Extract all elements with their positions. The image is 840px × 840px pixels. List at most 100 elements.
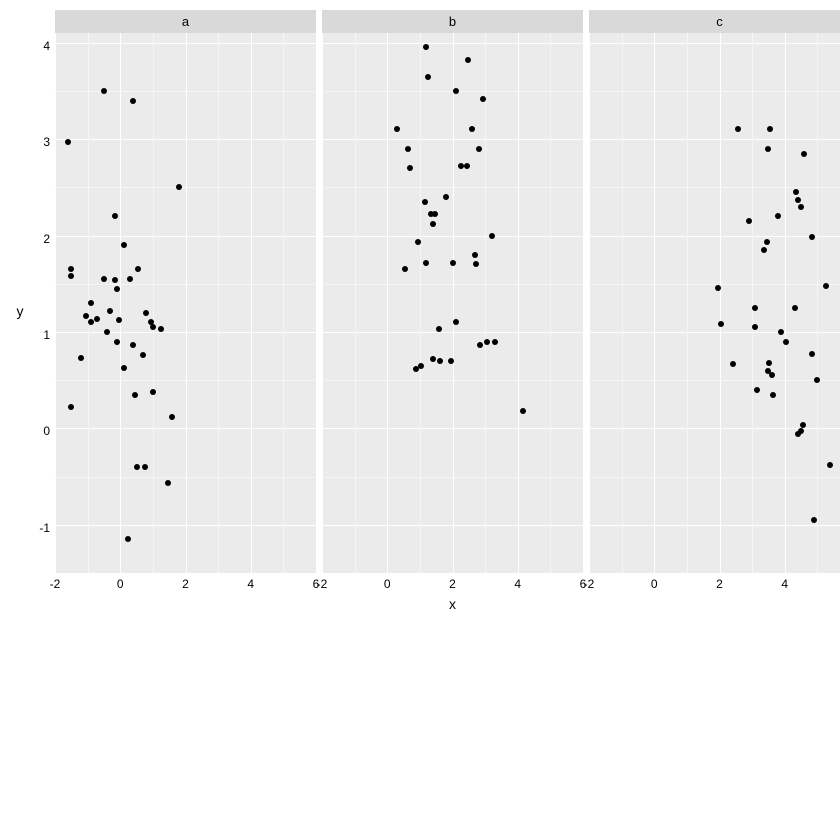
data-point [752,324,758,330]
data-point [415,239,421,245]
data-point [116,317,122,323]
data-point [718,321,724,327]
data-point [754,387,760,393]
data-point [88,319,94,325]
data-point [492,339,498,345]
data-point [112,213,118,219]
data-point [88,300,94,306]
data-point [143,310,149,316]
data-point [130,342,136,348]
data-point [464,163,470,169]
y-tick-label: 1 [43,328,50,342]
data-point [761,247,767,253]
data-point [735,126,741,132]
data-point [480,96,486,102]
x-tick-label: 2 [449,577,456,591]
x-tick-label: 0 [117,577,124,591]
data-point [770,392,776,398]
data-point [121,365,127,371]
data-point [484,339,490,345]
data-point [127,276,133,282]
x-tick-label: 0 [384,577,391,591]
data-point [798,428,804,434]
faceted-scatter-chart: y -101234 a-20246b-20246c-20246 x [10,10,840,612]
data-point [767,126,773,132]
data-point [800,422,806,428]
data-point [450,260,456,266]
data-point [746,218,752,224]
data-point [125,536,131,542]
data-point [765,146,771,152]
data-point [432,211,438,217]
data-point [158,326,164,332]
data-point [792,305,798,311]
data-point [764,239,770,245]
data-point [730,361,736,367]
facet-strip-label: a [55,10,316,33]
y-tick-label: 4 [43,39,50,53]
data-point [422,199,428,205]
data-point [165,480,171,486]
x-tick-label: 4 [514,577,521,591]
data-point [476,146,482,152]
x-axis-label: x [55,593,840,612]
data-point [418,363,424,369]
data-point [775,213,781,219]
x-tick-label: 2 [182,577,189,591]
data-point [407,165,413,171]
data-point [477,342,483,348]
x-tick-label: 0 [651,577,658,591]
data-point [78,355,84,361]
x-axis-ticks: -20246 [55,573,316,593]
y-tick-label: 2 [43,232,50,246]
y-tick-label: -1 [39,521,50,535]
y-axis-label: y [10,10,30,612]
data-point [94,316,100,322]
data-point [827,462,833,468]
data-point [430,356,436,362]
x-axis-ticks: -20246 [322,573,583,593]
data-point [112,277,118,283]
data-point [436,326,442,332]
facet-strip-label: b [322,10,583,33]
plot-area [322,33,583,573]
y-tick-label: 0 [43,424,50,438]
data-point [425,74,431,80]
y-tick-label: 3 [43,135,50,149]
data-point [766,360,772,366]
data-point [752,305,758,311]
data-point [83,313,89,319]
data-point [458,163,464,169]
data-point [394,126,400,132]
data-point [430,221,436,227]
data-point [469,126,475,132]
data-point [130,98,136,104]
facet-b: b-20246 [322,10,583,593]
data-point [437,358,443,364]
data-point [134,464,140,470]
data-point [823,283,829,289]
x-axis-ticks: -20246 [589,573,840,593]
data-point [101,276,107,282]
data-point [150,389,156,395]
data-point [132,392,138,398]
plot-area [55,33,316,573]
data-point [783,339,789,345]
data-point [778,329,784,335]
plot-area [589,33,840,573]
data-point [169,414,175,420]
data-point [121,242,127,248]
data-point [793,189,799,195]
data-point [402,266,408,272]
data-point [472,252,478,258]
data-point [811,517,817,523]
data-point [795,197,801,203]
data-point [489,233,495,239]
data-point [68,273,74,279]
data-point [798,204,804,210]
data-point [405,146,411,152]
data-point [520,408,526,414]
facet-row: a-20246b-20246c-20246 [55,10,840,593]
data-point [142,464,148,470]
data-point [448,358,454,364]
